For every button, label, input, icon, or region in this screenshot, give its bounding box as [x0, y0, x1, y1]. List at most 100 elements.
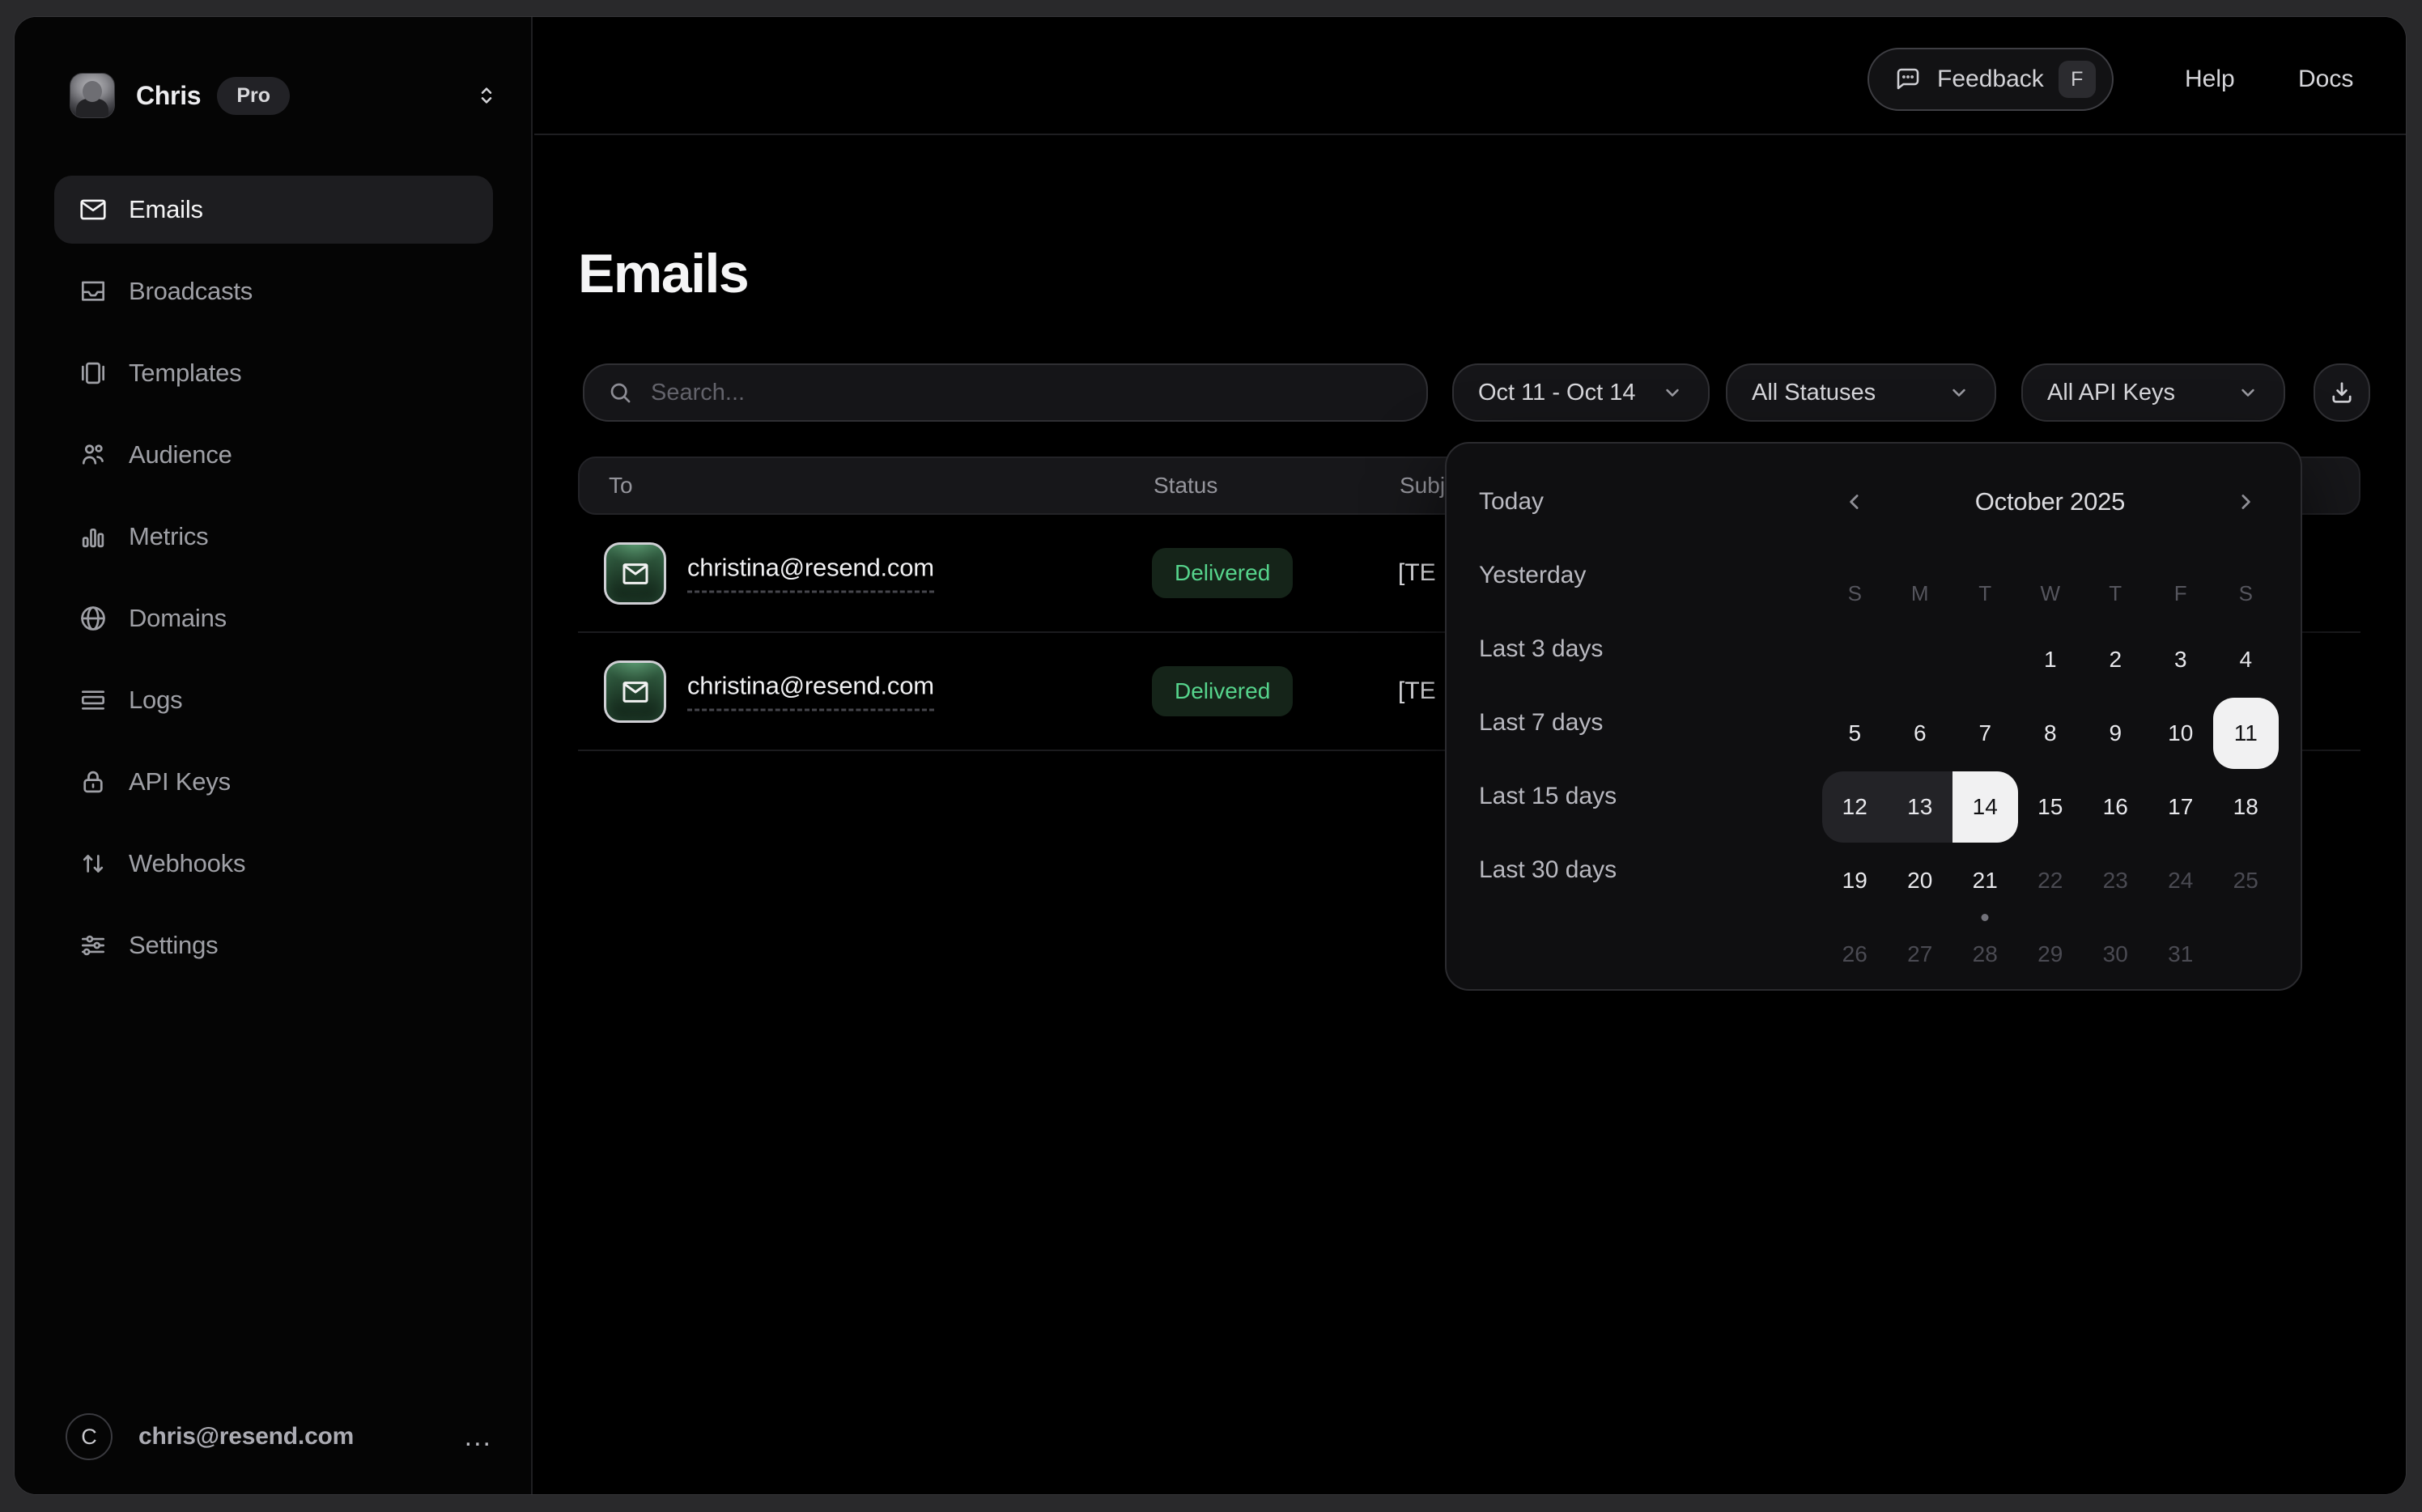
user-menu-button[interactable]: ...: [465, 1429, 492, 1445]
weekday-header: F: [2148, 575, 2214, 611]
page-title: Emails: [578, 242, 748, 305]
sidebar-item-logs[interactable]: Logs: [54, 666, 493, 734]
chevron-left-icon: [1842, 490, 1867, 514]
lock-icon: [77, 766, 109, 798]
calendar-day-25: 25: [2213, 845, 2279, 916]
sidebar-item-label: API Keys: [129, 767, 231, 796]
search-box[interactable]: [583, 363, 1428, 422]
calendar-day-21[interactable]: 21: [1952, 845, 2018, 916]
sidebar-item-label: Metrics: [129, 522, 209, 551]
calendar-day-17[interactable]: 17: [2148, 771, 2214, 843]
api-key-filter[interactable]: All API Keys: [2021, 363, 2285, 422]
calendar-day-20[interactable]: 20: [1888, 845, 1953, 916]
calendar-day-2[interactable]: 2: [2083, 624, 2148, 695]
email-tile-icon: [604, 660, 666, 723]
search-input[interactable]: [651, 380, 1404, 406]
calendar-day-3[interactable]: 3: [2148, 624, 2214, 695]
sidebar-item-settings[interactable]: Settings: [54, 911, 493, 979]
topbar: Feedback F Help Docs: [534, 17, 2406, 135]
metrics-icon: [77, 520, 109, 553]
sidebar-item-audience[interactable]: Audience: [54, 421, 493, 489]
column-header-to: To: [609, 458, 633, 513]
audience-icon: [77, 439, 109, 471]
templates-icon: [77, 357, 109, 389]
calendar-day-10[interactable]: 10: [2148, 698, 2214, 769]
export-button[interactable]: [2314, 363, 2370, 422]
weekday-header: S: [2213, 575, 2279, 611]
calendar-day-29: 29: [2018, 919, 2084, 990]
calendar-day-19[interactable]: 19: [1822, 845, 1888, 916]
sidebar-item-label: Broadcasts: [129, 277, 253, 306]
calendar-day-7[interactable]: 7: [1952, 698, 2018, 769]
calendar-grid: 1234567891011121314151617181920212223242…: [1822, 624, 2279, 992]
calendar-day-9[interactable]: 9: [2083, 698, 2148, 769]
webhooks-icon: [77, 847, 109, 880]
calendar-day-6[interactable]: 6: [1888, 698, 1953, 769]
sidebar-item-metrics[interactable]: Metrics: [54, 503, 493, 571]
user-email: chris@resend.com: [138, 1423, 354, 1450]
search-icon: [607, 380, 633, 406]
email-subject: [TE: [1398, 677, 1436, 705]
sidebar-item-api-keys[interactable]: API Keys: [54, 748, 493, 816]
account-switcher[interactable]: Chris Pro: [70, 72, 499, 119]
preset-last-15-days[interactable]: Last 15 days: [1479, 759, 1641, 833]
preset-today[interactable]: Today: [1479, 465, 1641, 538]
next-month-button[interactable]: [2220, 476, 2271, 528]
calendar-day-16[interactable]: 16: [2083, 771, 2148, 843]
sidebar: Chris Pro Emails Broadcasts Templates Audie…: [15, 17, 533, 1494]
preset-last-3-days[interactable]: Last 3 days: [1479, 612, 1641, 686]
calendar-day-14[interactable]: 14: [1952, 771, 2018, 843]
sidebar-item-webhooks[interactable]: Webhooks: [54, 830, 493, 898]
download-icon: [2328, 379, 2356, 406]
api-key-filter-value: All API Keys: [2047, 380, 2175, 406]
date-range-filter[interactable]: Oct 11 - Oct 14: [1452, 363, 1710, 422]
recipient-email[interactable]: christina@resend.com: [687, 554, 934, 593]
calendar-empty-cell: [1822, 624, 1888, 695]
calendar-day-1[interactable]: 1: [2018, 624, 2084, 695]
calendar-day-4[interactable]: 4: [2213, 624, 2279, 695]
feedback-label: Feedback: [1937, 66, 2044, 93]
calendar-day-28: 28: [1952, 919, 2018, 990]
logs-icon: [77, 684, 109, 716]
calendar-weekday-row: SMTWTFS: [1822, 575, 2279, 611]
status-filter[interactable]: All Statuses: [1726, 363, 1996, 422]
status-badge: Delivered: [1152, 666, 1293, 716]
sidebar-item-broadcasts[interactable]: Broadcasts: [54, 257, 493, 325]
account-name: Chris: [136, 81, 201, 111]
weekday-header: S: [1822, 575, 1888, 611]
sidebar-item-label: Logs: [129, 686, 182, 715]
controls-row: Oct 11 - Oct 14 All Statuses All API Key…: [534, 363, 2406, 422]
sidebar-item-label: Audience: [129, 440, 232, 469]
weekday-header: T: [2083, 575, 2148, 611]
sidebar-item-emails[interactable]: Emails: [54, 176, 493, 244]
broadcast-icon: [77, 275, 109, 308]
help-link[interactable]: Help: [2185, 48, 2235, 111]
calendar-day-15[interactable]: 15: [2018, 771, 2084, 843]
calendar-day-8[interactable]: 8: [2018, 698, 2084, 769]
chevron-down-icon: [1948, 381, 1970, 404]
sidebar-item-label: Domains: [129, 604, 227, 633]
calendar-day-24: 24: [2148, 845, 2214, 916]
preset-yesterday[interactable]: Yesterday: [1479, 538, 1641, 612]
calendar-day-13[interactable]: 13: [1888, 771, 1953, 843]
prev-month-button[interactable]: [1829, 476, 1880, 528]
user-avatar: C: [66, 1413, 113, 1460]
feedback-button[interactable]: Feedback F: [1867, 48, 2114, 111]
recipient-email[interactable]: christina@resend.com: [687, 672, 934, 711]
preset-last-7-days[interactable]: Last 7 days: [1479, 686, 1641, 759]
sidebar-item-domains[interactable]: Domains: [54, 584, 493, 652]
calendar-day-30: 30: [2083, 919, 2148, 990]
calendar-header: October 2025: [1829, 476, 2271, 528]
calendar-day-12[interactable]: 12: [1822, 771, 1888, 843]
calendar-day-18[interactable]: 18: [2213, 771, 2279, 843]
email-tile-icon: [604, 542, 666, 605]
preset-last-30-days[interactable]: Last 30 days: [1479, 833, 1641, 907]
date-range-value: Oct 11 - Oct 14: [1478, 380, 1635, 406]
user-row: C chris@resend.com ...: [66, 1412, 492, 1462]
sidebar-item-templates[interactable]: Templates: [54, 339, 493, 407]
calendar-day-5[interactable]: 5: [1822, 698, 1888, 769]
calendar-day-11[interactable]: 11: [2213, 698, 2279, 769]
weekday-header: T: [1952, 575, 2018, 611]
calendar-empty-cell: [2213, 919, 2279, 990]
docs-link[interactable]: Docs: [2298, 48, 2353, 111]
